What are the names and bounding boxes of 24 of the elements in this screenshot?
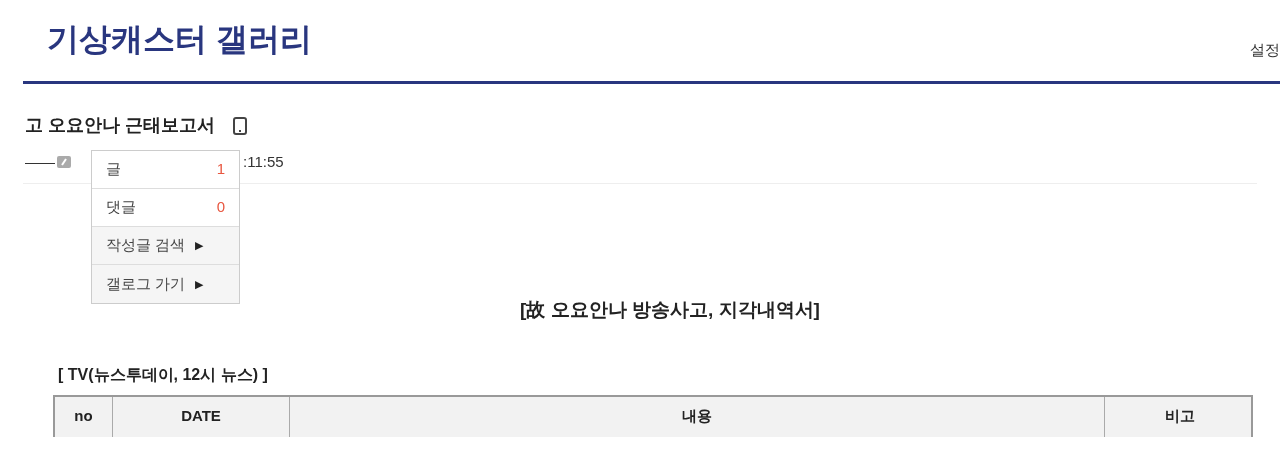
section-title: [ TV(뉴스투데이, 12시 뉴스) ] [58,365,268,383]
post-time: :11:55 [243,151,284,172]
author-name[interactable]: —— [25,150,55,174]
menu-label: 글 [106,159,121,180]
settings-link[interactable]: 설정 [1250,38,1280,61]
post-title: 고 오요안나 근태보고서 [25,114,215,137]
arrow-icon: ▶ [195,275,204,293]
menu-item[interactable]: 작성글 검색 ▶ [92,227,239,265]
column-header: 비고 [1164,406,1196,427]
menu-label: 작성글 검색 [106,235,186,256]
menu-count: 1 [216,159,225,180]
column-header: 내용 [290,396,1105,437]
mobile-icon [233,116,247,135]
menu-item[interactable]: 갤로그 가기 ▶ [92,265,239,303]
content-heading: [故 오요안나 방송사고, 지각내역서] [520,298,820,322]
column-header: no [55,396,113,437]
menu-label: 갤로그 가기 [106,273,186,294]
menu-count: 0 [216,197,225,218]
menu-item[interactable]: 글 1 [92,151,239,189]
menu-label: 댓글 [106,197,136,218]
arrow-icon: ▶ [195,237,204,254]
gallery-title: 기상캐스터 갤러리 [47,23,312,55]
user-badge-icon [57,156,71,168]
column-header: DATE [113,396,290,437]
